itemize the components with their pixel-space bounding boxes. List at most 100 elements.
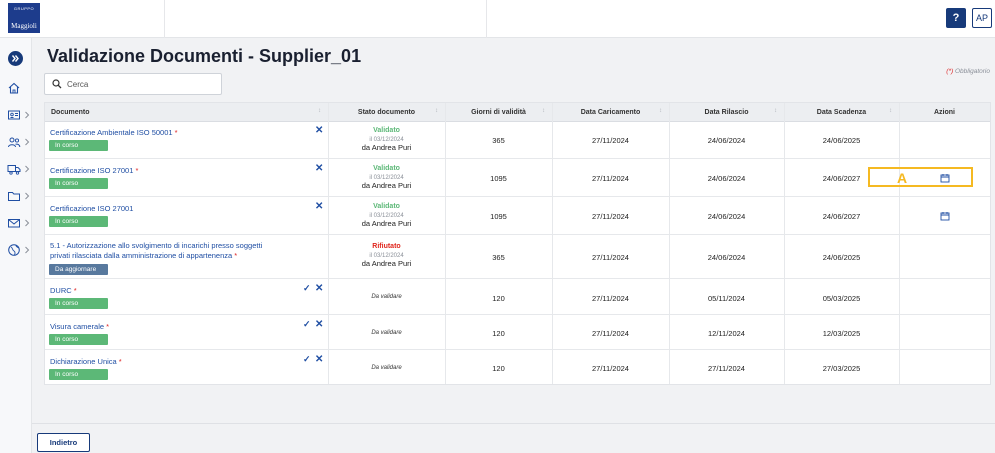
issue-date: 12/11/2024	[708, 329, 745, 338]
reject-button[interactable]: ✕	[315, 283, 323, 294]
mail-icon	[8, 219, 20, 228]
sort-icon[interactable]: ↕	[889, 108, 892, 114]
sidebar-expand-button[interactable]	[8, 51, 23, 66]
table-header: Documento Stato documento Giorni di vali…	[45, 103, 990, 122]
column-header-scadenza[interactable]: Data Scadenza	[784, 103, 899, 122]
sidebar	[0, 38, 32, 453]
truck-icon	[7, 165, 21, 175]
required-asterisk: *	[118, 357, 122, 366]
chevron-right-icon	[25, 138, 30, 146]
document-name-line2: privati rilasciata dalla amministrazione…	[50, 251, 233, 260]
document-name[interactable]: DURC *	[50, 286, 300, 296]
chevron-right-icon	[25, 111, 30, 119]
reject-button[interactable]: ✕	[315, 319, 323, 330]
status-author: da Andrea Puri	[361, 181, 412, 190]
status-badge: Da aggiornare	[49, 264, 108, 275]
sidebar-item-home[interactable]	[7, 81, 29, 97]
validity-days: 365	[492, 253, 505, 262]
column-header-stato[interactable]: Stato documento	[328, 103, 445, 122]
upload-date: 27/11/2024	[592, 329, 629, 338]
document-name-text: Certificazione ISO 27001	[50, 166, 134, 175]
status-author: da Andrea Puri	[361, 219, 412, 228]
document-name-line1: 5.1 - Autorizzazione allo svolgimento di…	[50, 241, 263, 250]
status-label: Rifiutato	[372, 243, 401, 250]
reject-button[interactable]: ✕	[315, 354, 323, 365]
status-badge: In corso	[49, 334, 108, 345]
status-label: Validato	[373, 203, 400, 210]
issue-date: 24/06/2024	[707, 212, 746, 221]
sort-icon[interactable]: ↕	[774, 108, 777, 114]
sort-icon[interactable]: ↕	[659, 108, 662, 114]
chevron-right-icon	[25, 219, 30, 227]
home-icon	[8, 82, 20, 94]
calendar-icon[interactable]	[940, 211, 950, 221]
sidebar-item-documents[interactable]	[7, 189, 30, 205]
table-row: Dichiarazione Unica * In corso ✓ ✕ Da va…	[45, 350, 990, 384]
help-button[interactable]: ?	[946, 8, 966, 28]
document-status: Rifiutato il 03/12/2024 da Andrea Puri	[328, 243, 445, 269]
column-header-caricamento[interactable]: Data Caricamento	[552, 103, 669, 122]
back-button[interactable]: Indietro	[37, 433, 90, 452]
top-bar: GRUPPO Maggioli ? AP	[0, 0, 995, 38]
search-icon	[52, 79, 62, 89]
document-status: Validato il 03/12/2024 da Andrea Puri	[328, 203, 445, 229]
upload-date: 27/11/2024	[592, 136, 629, 145]
table-row: 5.1 - Autorizzazione allo svolgimento di…	[45, 235, 990, 279]
search-box[interactable]	[44, 73, 222, 95]
column-header-documento[interactable]: Documento	[45, 103, 328, 122]
expiry-date: 24/06/2025	[822, 253, 861, 262]
sort-icon[interactable]: ↕	[435, 108, 438, 114]
sidebar-item-messages[interactable]	[7, 216, 30, 232]
document-name[interactable]: Dichiarazione Unica *	[50, 357, 300, 367]
table-row: Visura camerale * In corso ✓ ✕ Da valida…	[45, 315, 990, 350]
document-name-text: Certificazione ISO 27001	[50, 204, 134, 213]
id-card-icon	[8, 110, 20, 120]
expiry-date: 12/03/2025	[822, 329, 861, 338]
sidebar-item-global[interactable]	[7, 243, 30, 259]
page-title: Validazione Documenti - Supplier_01	[47, 46, 362, 66]
company-logo[interactable]: GRUPPO Maggioli	[8, 3, 40, 33]
user-avatar[interactable]: AP	[972, 8, 992, 28]
document-name[interactable]: Certificazione ISO 27001	[50, 204, 300, 214]
validity-days: 120	[492, 364, 505, 373]
reject-button[interactable]: ✕	[315, 125, 323, 136]
document-name-text: Visura camerale	[50, 322, 105, 331]
status-badge: In corso	[49, 216, 108, 227]
document-name-text: Dichiarazione Unica	[50, 357, 117, 366]
sidebar-item-suppliers[interactable]	[7, 162, 30, 178]
documents-table: Documento Stato documento Giorni di vali…	[44, 102, 991, 385]
table-row: Certificazione ISO 27001 * In corso ✕ Va…	[45, 159, 990, 197]
validity-days: 120	[492, 294, 505, 303]
document-name[interactable]: Visura camerale *	[50, 322, 300, 332]
status-label: Da validare	[371, 365, 402, 371]
reject-button[interactable]: ✕	[315, 201, 323, 212]
issue-date: 24/06/2024	[707, 136, 746, 145]
reject-button[interactable]: ✕	[315, 163, 323, 174]
required-note: (*) Obbligatorio	[880, 68, 990, 75]
approve-button[interactable]: ✓	[303, 354, 311, 365]
table-row: Certificazione ISO 27001 In corso ✕ Vali…	[45, 197, 990, 235]
sidebar-item-users[interactable]	[7, 135, 30, 151]
upload-date: 27/11/2024	[592, 364, 629, 373]
status-label: Da validare	[371, 330, 402, 336]
sidebar-item-registry[interactable]	[7, 108, 30, 124]
status-label: Da validare	[371, 294, 402, 300]
upload-date: 27/11/2024	[592, 253, 629, 262]
document-name-text: Certificazione Ambientale ISO 50001	[50, 128, 173, 137]
double-chevron-right-icon	[11, 55, 19, 62]
document-name[interactable]: Certificazione ISO 27001 *	[50, 166, 300, 176]
column-header-rilascio[interactable]: Data Rilascio	[669, 103, 784, 122]
upload-date: 27/11/2024	[592, 294, 629, 303]
sort-icon[interactable]: ↕	[542, 108, 545, 114]
approve-button[interactable]: ✓	[303, 283, 311, 294]
document-status: Da validare	[328, 364, 445, 373]
document-name[interactable]: 5.1 - Autorizzazione allo svolgimento di…	[50, 241, 300, 261]
column-header-giorni[interactable]: Giorni di validità	[445, 103, 552, 122]
top-divider	[486, 0, 487, 38]
search-input[interactable]	[67, 77, 217, 92]
approve-button[interactable]: ✓	[303, 319, 311, 330]
users-icon	[8, 137, 21, 148]
issue-date: 05/11/2024	[708, 294, 745, 303]
sort-icon[interactable]: ↕	[318, 108, 321, 114]
document-name[interactable]: Certificazione Ambientale ISO 50001 *	[50, 128, 300, 138]
